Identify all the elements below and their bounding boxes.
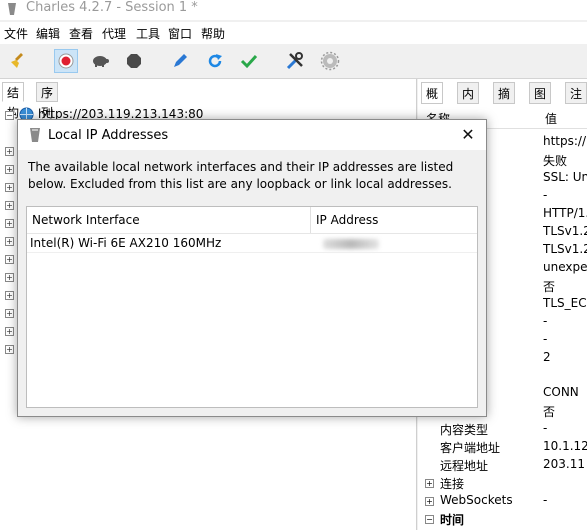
toolbar — [0, 44, 587, 79]
close-icon[interactable]: ✕ — [458, 125, 478, 145]
overview-group-timing[interactable]: − 时间 — [420, 511, 587, 529]
tab-structure[interactable]: 结构 — [2, 82, 25, 120]
expand-icon[interactable]: + — [5, 309, 14, 318]
local-ip-addresses-dialog: Local IP Addresses ✕ The available local… — [17, 119, 487, 417]
menu-bar: 文件 编辑 查看 代理 工具 窗口 帮助 — [0, 22, 587, 44]
expand-icon[interactable]: + — [5, 273, 14, 282]
column-header-network-interface[interactable]: Network Interface — [27, 207, 311, 233]
tab-overview[interactable]: 概述 — [421, 82, 444, 123]
expand-icon[interactable]: + — [5, 237, 14, 246]
expand-icon[interactable]: + — [5, 255, 14, 264]
expand-icon[interactable]: + — [5, 327, 14, 336]
dialog-title-bar: Local IP Addresses ✕ — [18, 120, 486, 150]
charles-app-icon — [30, 128, 40, 142]
overview-row[interactable]: 内容类型 - — [420, 421, 587, 439]
settings-gear-icon[interactable] — [318, 49, 342, 73]
collapse-icon[interactable]: − — [425, 515, 434, 524]
ip-address-cell-redacted[interactable] — [323, 239, 379, 249]
expand-icon[interactable]: + — [5, 291, 14, 300]
ip-address-table: Network Interface IP Address Intel(R) Wi… — [26, 206, 478, 408]
interface-cell[interactable]: Intel(R) Wi-Fi 6E AX210 160MHz — [30, 235, 221, 252]
tab-summary[interactable]: 摘要 — [493, 82, 516, 123]
tab-sequence[interactable]: 序列 — [36, 82, 59, 120]
expand-icon[interactable]: + — [5, 147, 14, 156]
broom-icon[interactable] — [6, 49, 30, 73]
menu-proxy[interactable]: 代理 — [102, 25, 126, 42]
tab-notes[interactable]: 注释 — [565, 82, 587, 123]
overview-group-websockets[interactable]: + WebSockets - — [420, 493, 587, 511]
menu-window[interactable]: 窗口 — [168, 25, 192, 42]
repeat-icon[interactable] — [203, 49, 227, 73]
collapse-icon[interactable]: − — [5, 111, 14, 120]
menu-view[interactable]: 查看 — [69, 25, 93, 42]
menu-file[interactable]: 文件 — [4, 25, 28, 42]
validate-check-icon[interactable] — [237, 49, 261, 73]
compose-pen-icon[interactable] — [168, 49, 192, 73]
menu-help[interactable]: 帮助 — [201, 25, 225, 42]
expand-icon[interactable]: + — [5, 345, 14, 354]
tab-contents[interactable]: 内容 — [457, 82, 480, 123]
expand-icon[interactable]: + — [425, 479, 434, 488]
expand-icon[interactable]: + — [5, 201, 14, 210]
breakpoint-icon[interactable] — [122, 49, 146, 73]
column-value-header[interactable]: 值 — [545, 110, 557, 127]
record-icon[interactable] — [54, 49, 78, 73]
column-header-ip-address[interactable]: IP Address — [311, 207, 477, 233]
expand-icon[interactable]: + — [425, 497, 434, 506]
header-divider — [27, 233, 477, 234]
row-divider — [27, 252, 477, 253]
window-title: Charles 4.2.7 - Session 1 * — [26, 0, 198, 15]
overview-row[interactable]: 客户端地址 10.1.12 — [420, 439, 587, 457]
charles-app-icon — [8, 3, 16, 15]
tab-chart[interactable]: 图表 — [529, 82, 552, 123]
expand-icon[interactable]: + — [5, 219, 14, 228]
menu-tools[interactable]: 工具 — [136, 25, 160, 42]
menu-edit[interactable]: 编辑 — [36, 25, 60, 42]
dialog-title: Local IP Addresses — [48, 128, 169, 143]
throttle-turtle-icon[interactable] — [88, 49, 112, 73]
overview-group-connection[interactable]: + 连接 — [420, 475, 587, 493]
title-bar: Charles 4.2.7 - Session 1 * — [0, 0, 587, 20]
overview-row[interactable]: 远程地址 203.11 — [420, 457, 587, 475]
tools-icon[interactable] — [283, 49, 307, 73]
expand-icon[interactable]: + — [5, 183, 14, 192]
dialog-description: The available local network interfaces a… — [28, 160, 454, 191]
expand-icon[interactable]: + — [5, 165, 14, 174]
